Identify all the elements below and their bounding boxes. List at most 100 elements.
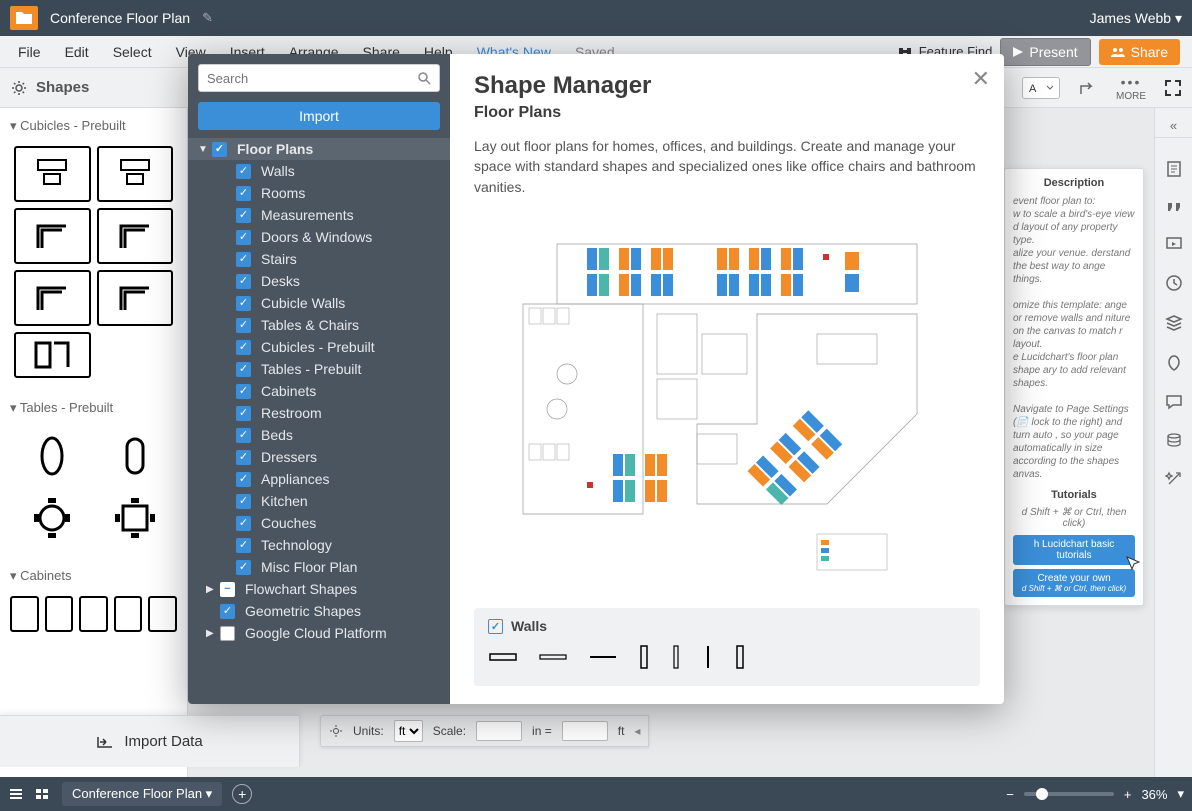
checkbox-icon[interactable]: ✓ [236, 494, 251, 509]
zoom-slider[interactable] [1024, 792, 1114, 796]
walls-checkbox[interactable]: ✓ [488, 619, 503, 634]
tutorial-basic-button[interactable]: h Lucidchart basic tutorials [1013, 535, 1135, 565]
wall-shape[interactable] [538, 648, 568, 666]
checkbox-icon[interactable]: ✓ [236, 406, 251, 421]
tree-item[interactable]: ✓Technology [188, 534, 450, 556]
search-input[interactable] [207, 71, 417, 86]
tree-floor-plans[interactable]: ▼✓ Floor Plans [188, 138, 450, 160]
tree-item[interactable]: ✓Tables - Prebuilt [188, 358, 450, 380]
zoom-in-button[interactable]: + [1124, 787, 1132, 802]
tree-item[interactable]: ✓Walls [188, 160, 450, 182]
tree-item[interactable]: ✓Kitchen [188, 490, 450, 512]
checkbox-partial-icon[interactable]: − [220, 582, 235, 597]
checkbox-icon[interactable]: ✓ [236, 428, 251, 443]
tree-item[interactable]: ✓Measurements [188, 204, 450, 226]
checkbox-icon[interactable]: ✓ [236, 230, 251, 245]
shape-thumb[interactable] [97, 208, 174, 264]
checkbox-icon[interactable]: ✓ [236, 560, 251, 575]
collapse-rail-icon[interactable]: « [1155, 114, 1192, 138]
zoom-out-button[interactable]: − [1006, 787, 1014, 802]
shape-thumb[interactable] [14, 146, 91, 202]
create-own-button[interactable]: Create your own d Shift + ⌘ or Ctrl, the… [1013, 569, 1135, 597]
shape-thumb[interactable] [114, 596, 143, 632]
layers-icon[interactable] [1165, 314, 1183, 332]
grid-view-icon[interactable] [34, 787, 50, 801]
shape-thumb[interactable] [97, 428, 174, 484]
shape-thumb[interactable] [14, 428, 91, 484]
add-page-button[interactable]: + [232, 784, 252, 804]
shape-thumb[interactable] [45, 596, 74, 632]
shape-search[interactable] [198, 64, 440, 92]
tree-item[interactable]: ✓Restroom [188, 402, 450, 424]
checkbox-icon[interactable]: ✓ [236, 164, 251, 179]
section-tables[interactable]: ▾ Tables - Prebuilt [0, 390, 187, 422]
present-button[interactable]: Present [1000, 38, 1090, 66]
connector-icon[interactable] [1078, 78, 1098, 98]
menu-file[interactable]: File [6, 36, 53, 67]
wall-shape[interactable] [702, 644, 714, 670]
tree-item[interactable]: ✓Cubicle Walls [188, 292, 450, 314]
shape-thumb[interactable] [14, 490, 91, 546]
more-button[interactable]: ••• MORE [1116, 74, 1146, 102]
tree-item[interactable]: ✓Rooms [188, 182, 450, 204]
checkbox-icon[interactable]: ✓ [236, 516, 251, 531]
scale-input-from[interactable] [476, 721, 522, 741]
shapes-panel-toggle[interactable]: Shapes [10, 79, 89, 97]
presentation-icon[interactable] [1165, 236, 1183, 252]
checkbox-icon[interactable]: ✓ [236, 384, 251, 399]
checkbox-icon[interactable]: ✓ [236, 362, 251, 377]
shape-thumb[interactable] [14, 332, 91, 378]
comment-icon[interactable] [1165, 394, 1183, 410]
document-title[interactable]: Conference Floor Plan [50, 10, 190, 26]
list-view-icon[interactable] [8, 787, 24, 801]
document-icon[interactable] [1165, 160, 1183, 178]
tree-item[interactable]: ✓Desks [188, 270, 450, 292]
tree-geometric[interactable]: ✓ Geometric Shapes [188, 600, 450, 622]
chevron-down-icon[interactable]: ▾ [1177, 786, 1184, 802]
checkbox-icon[interactable]: ✓ [236, 252, 251, 267]
user-menu[interactable]: James Webb ▾ [1090, 10, 1182, 27]
units-select[interactable]: ft [394, 720, 423, 742]
close-button[interactable]: ✕ [972, 66, 990, 92]
history-icon[interactable] [1165, 274, 1183, 292]
folder-icon[interactable] [10, 6, 38, 30]
wall-shape[interactable] [734, 644, 746, 670]
tree-item[interactable]: ✓Stairs [188, 248, 450, 270]
checkbox-icon[interactable]: ✓ [220, 604, 235, 619]
checkbox-icon[interactable]: ✓ [236, 318, 251, 333]
tree-item[interactable]: ✓Dressers [188, 446, 450, 468]
checkbox-icon[interactable]: ✓ [212, 142, 227, 157]
collapse-icon[interactable]: ◂ [634, 724, 640, 738]
shape-thumb[interactable] [14, 208, 91, 264]
magic-icon[interactable] [1165, 470, 1183, 488]
import-shapes-button[interactable]: Import [198, 102, 440, 130]
checkbox-icon[interactable]: ✓ [236, 186, 251, 201]
page-tab[interactable]: Conference Floor Plan ▾ [62, 782, 222, 806]
wall-shape[interactable] [670, 644, 682, 670]
section-cabinets[interactable]: ▾ Cabinets [0, 558, 187, 590]
shape-thumb[interactable] [97, 146, 174, 202]
tree-item[interactable]: ✓Appliances [188, 468, 450, 490]
shape-thumb[interactable] [10, 596, 39, 632]
shape-thumb[interactable] [14, 270, 91, 326]
shape-thumb[interactable] [79, 596, 108, 632]
gear-icon[interactable] [329, 724, 343, 738]
shape-tree[interactable]: ▼✓ Floor Plans ✓Walls✓Rooms✓Measurements… [188, 138, 450, 704]
checkbox-icon[interactable]: ✓ [236, 472, 251, 487]
wall-shape[interactable] [638, 644, 650, 670]
tree-gcp[interactable]: ▶ Google Cloud Platform [188, 622, 450, 644]
tree-flowchart[interactable]: ▶− Flowchart Shapes [188, 578, 450, 600]
import-data-button[interactable]: Import Data [0, 715, 300, 767]
share-button[interactable]: Share [1099, 39, 1180, 65]
checkbox-icon[interactable]: ✓ [236, 208, 251, 223]
checkbox-icon[interactable]: ✓ [236, 296, 251, 311]
section-cubicles[interactable]: ▾ Cubicles - Prebuilt [0, 108, 187, 140]
rename-icon[interactable]: ✎ [202, 10, 213, 26]
paint-icon[interactable] [1166, 354, 1182, 372]
menu-edit[interactable]: Edit [53, 36, 101, 67]
scale-input-to[interactable] [562, 721, 608, 741]
zoom-dropdown[interactable]: A [1022, 77, 1060, 99]
tree-item[interactable]: ✓Tables & Chairs [188, 314, 450, 336]
checkbox-icon[interactable]: ✓ [236, 274, 251, 289]
tree-item[interactable]: ✓Cabinets [188, 380, 450, 402]
